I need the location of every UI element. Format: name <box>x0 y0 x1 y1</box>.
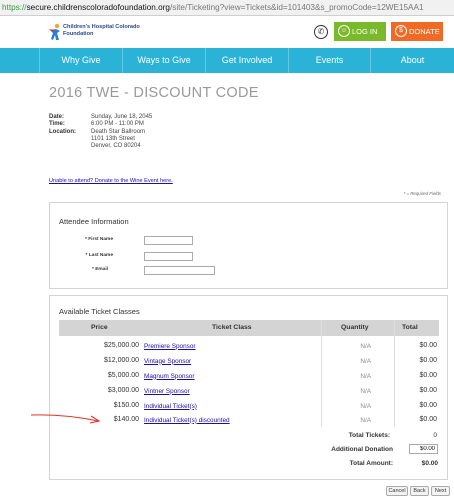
ticket-total: $0.00 <box>419 372 437 379</box>
table-row: $12,000.00 Vintage Sponsor N/A $0.00 <box>59 354 439 369</box>
ticket-total: $0.00 <box>419 402 437 409</box>
logo-text: Children's Hospital Colorado Foundation <box>63 24 140 37</box>
last-name-input[interactable] <box>144 252 193 261</box>
nav-item-events[interactable]: Events <box>289 48 371 73</box>
additional-donation-input[interactable] <box>409 444 438 454</box>
table-row: $3,000.00 Vintner Sponsor N/A $0.00 <box>59 384 439 399</box>
date-value: Sunday, June 18, 2045 <box>91 114 153 120</box>
page-title: 2016 TWE - DISCOUNT CODE <box>49 85 259 101</box>
tickets-table-header: Price Ticket Class Quantity Total <box>59 320 439 336</box>
price-header: Price <box>91 324 108 331</box>
donate-wine-event-link[interactable]: Unable to attend? Donate to the Wine Eve… <box>49 178 173 184</box>
login-button[interactable]: ☺ LOG IN <box>334 22 386 41</box>
dollar-icon: $ <box>395 25 407 37</box>
attendee-panel: Attendee Information * First Name * Last… <box>49 202 448 289</box>
main-nav: Why Give Ways to Give Get Involved Event… <box>0 48 454 73</box>
ticket-quantity: N/A <box>360 402 371 410</box>
required-fields-note: * = Required Fields <box>403 191 441 196</box>
logo-icon <box>49 23 60 40</box>
ticket-price: $150.00 <box>113 402 139 409</box>
total-tickets-label: Total Tickets: <box>348 432 390 439</box>
table-row: $150.00 Individual Ticket(s) N/A $0.00 <box>59 399 439 414</box>
nav-item-get-involved[interactable]: Get Involved <box>206 48 289 73</box>
ticket-price: $25,000.00 <box>103 342 139 349</box>
next-button[interactable]: Next <box>431 486 450 496</box>
login-label: LOG IN <box>352 27 378 36</box>
last-name-label: * Last Name <box>85 253 113 258</box>
nav-item-why-give[interactable]: Why Give <box>40 48 123 73</box>
ticket-quantity: N/A <box>360 416 371 424</box>
date-label: Date: <box>49 114 65 120</box>
first-name-input[interactable] <box>144 236 193 245</box>
back-button[interactable]: Back <box>410 486 429 496</box>
table-row: $140.00 Individual Ticket(s) discounted … <box>59 413 439 428</box>
ticket-quantity: N/A <box>360 342 371 350</box>
ticket-class-link[interactable]: Magnum Sponsor <box>144 373 194 380</box>
ticket-price: $3,000.00 <box>107 387 139 394</box>
ticket-quantity: N/A <box>360 372 371 380</box>
total-header: Total <box>402 324 418 331</box>
ticket-class-link[interactable]: Individual Ticket(s) discounted <box>144 417 230 424</box>
location-line: Death Star Ballroom <box>91 128 146 135</box>
location-label: Location: <box>49 128 76 135</box>
location-line: 1101 13th Street <box>91 135 135 142</box>
site-logo[interactable]: Children's Hospital Colorado Foundation <box>48 23 144 43</box>
nav-item-about[interactable]: About <box>371 48 454 73</box>
total-amount-value: $0.00 <box>421 460 438 467</box>
ticket-total: $0.00 <box>419 387 437 394</box>
ticket-total: $0.00 <box>419 416 437 423</box>
location-line: Denver, CO 80204 <box>91 143 141 150</box>
ticket-quantity: N/A <box>360 387 371 395</box>
quantity-header: Quantity <box>341 324 369 331</box>
ticket-quantity: N/A <box>360 357 371 365</box>
total-tickets-value: 0 <box>433 432 437 439</box>
ticket-total: $0.00 <box>419 342 437 349</box>
donate-button[interactable]: $ DONATE <box>391 22 443 41</box>
nav-spacer <box>0 48 40 73</box>
cancel-button[interactable]: Cancel <box>386 486 408 496</box>
tickets-title: Available Ticket Classes <box>59 307 140 316</box>
ticket-price: $5,000.00 <box>107 372 139 379</box>
phone-icon[interactable]: ✆ <box>314 25 328 39</box>
table-row: $5,000.00 Magnum Sponsor N/A $0.00 <box>59 369 439 384</box>
ticket-price: $12,000.00 <box>103 357 139 364</box>
nav-item-ways-to-give[interactable]: Ways to Give <box>123 48 206 73</box>
donate-label: DONATE <box>409 27 440 36</box>
total-amount-label: Total Amount: <box>349 460 393 467</box>
site-header: Children's Hospital Colorado Foundation … <box>0 16 454 47</box>
email-input[interactable] <box>144 266 215 275</box>
ticket-class-link[interactable]: Vintner Sponsor <box>144 388 190 395</box>
ticket-total: $0.00 <box>419 357 437 364</box>
additional-donation-label: Additional Donation <box>331 446 393 453</box>
user-icon: ☺ <box>338 25 350 37</box>
time-value: 6:00 PM - 11:00 PM <box>91 121 144 128</box>
ticket-class-link[interactable]: Vintage Sponsor <box>144 358 191 365</box>
url-path: /site/Ticketing?view=Tickets&id=101403&s… <box>169 3 424 12</box>
red-arrow-icon <box>30 414 101 424</box>
table-row: $25,000.00 Premiere Sponsor N/A $0.00 <box>59 339 439 354</box>
email-label: * Email <box>92 267 108 272</box>
time-label: Time: <box>49 121 65 128</box>
ticket-class-link[interactable]: Individual Ticket(s) <box>144 403 197 410</box>
url-host: secure.childrenscoloradofoundation.org <box>26 3 170 12</box>
attendee-title: Attendee Information <box>59 217 129 226</box>
url-protocol: https:// <box>2 3 27 12</box>
ticket-class-header: Ticket Class <box>212 324 252 331</box>
address-bar[interactable]: https://secure.childrenscoloradofoundati… <box>0 0 454 16</box>
first-name-label: * First Name <box>85 237 113 242</box>
ticket-class-link[interactable]: Premiere Sponsor <box>144 343 196 350</box>
